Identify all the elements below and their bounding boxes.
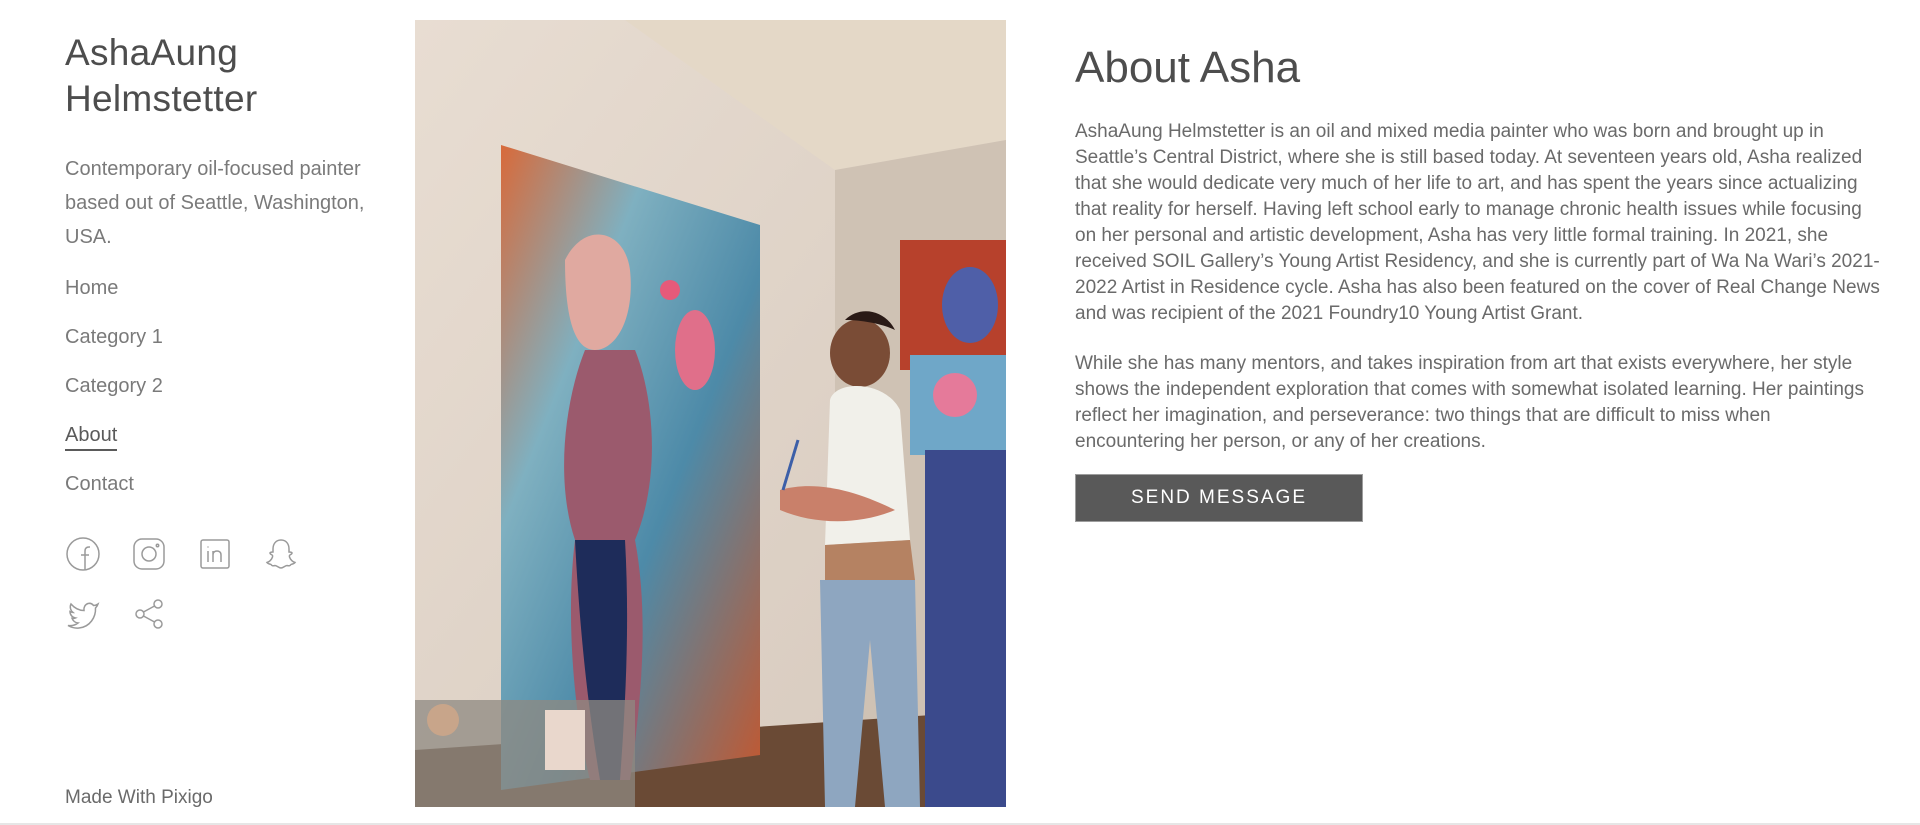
nav-item-category-1[interactable]: Category 1 — [65, 324, 365, 373]
site-title[interactable]: AshaAung Helmstetter — [65, 30, 365, 122]
facebook-icon[interactable] — [65, 536, 131, 596]
instagram-icon[interactable] — [131, 536, 197, 596]
about-paragraph-1: AshaAung Helmstetter is an oil and mixed… — [1075, 121, 1880, 324]
snapchat-icon[interactable] — [263, 536, 329, 596]
nav-item-category-2[interactable]: Category 2 — [65, 373, 365, 422]
nav-item-label: Category 2 — [65, 375, 163, 397]
main-nav: Home Category 1 Category 2 About Contact — [65, 275, 365, 520]
nav-item-label: Contact — [65, 473, 134, 495]
about-paragraph-2: While she has many mentors, and takes in… — [1075, 353, 1864, 452]
twitter-icon[interactable] — [65, 596, 131, 656]
site-tagline: Contemporary oil-focused painter based o… — [65, 158, 365, 248]
linkedin-icon[interactable] — [197, 536, 263, 596]
nav-item-contact[interactable]: Contact — [65, 471, 365, 520]
nav-item-about[interactable]: About — [65, 422, 365, 471]
nav-item-home[interactable]: Home — [65, 275, 365, 324]
nav-item-label: About — [65, 424, 118, 451]
share-icon[interactable] — [131, 596, 197, 656]
sidebar: AshaAung Helmstetter Contemporary oil-fo… — [65, 30, 365, 656]
social-links — [65, 536, 335, 656]
about-section: About Asha AshaAung Helmstetter is an oi… — [1075, 40, 1885, 522]
page-title: About Asha — [1075, 43, 1301, 92]
artist-studio-photo — [415, 20, 1006, 807]
made-with-pixigo-link[interactable]: Made With Pixigo — [65, 787, 213, 809]
nav-item-label: Category 1 — [65, 326, 163, 348]
nav-item-label: Home — [65, 277, 119, 299]
send-message-button[interactable]: SEND MESSAGE — [1075, 474, 1363, 522]
site-title-line1[interactable]: AshaAung — [65, 32, 238, 73]
artist-painting-in-studio-image — [415, 20, 1006, 807]
site-title-line2[interactable]: Helmstetter — [65, 78, 257, 119]
